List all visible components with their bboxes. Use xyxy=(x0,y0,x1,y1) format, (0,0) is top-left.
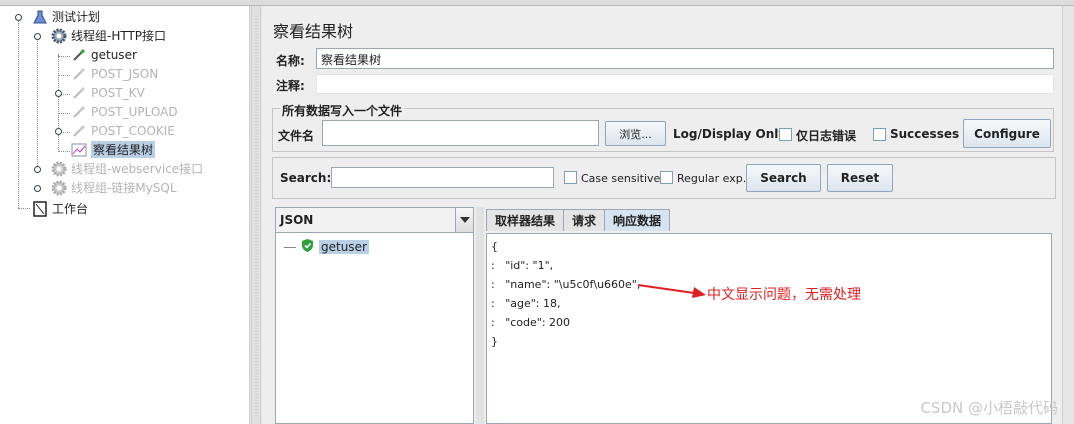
pane-splitter[interactable] xyxy=(251,6,261,424)
filename-label: 文件名 xyxy=(278,129,315,143)
successes-checkbox[interactable] xyxy=(873,128,886,141)
tree-item-label: 线程组-webservice接口 xyxy=(71,162,204,176)
search-label: Search: xyxy=(280,171,332,185)
tree-item-label: POST_COOKIE xyxy=(91,123,175,138)
comment-field[interactable] xyxy=(316,74,1054,94)
comment-label: 注释: xyxy=(276,79,305,93)
regex-label: Regular exp. xyxy=(677,172,747,185)
tree-item-thread-group-mysql[interactable]: 线程组-链接MySQL xyxy=(51,178,177,197)
tree-item-thread-group-webservice[interactable]: 线程组-webservice接口 xyxy=(51,159,203,178)
annotation-text: 中文显示问题，无需处理 xyxy=(707,287,861,303)
response-line: : "code": 200 xyxy=(491,316,571,329)
success-shield-icon xyxy=(300,238,315,256)
renderer-select-value: JSON xyxy=(280,213,314,227)
successes-label: Successes xyxy=(890,127,960,141)
test-plan-tree[interactable]: 测试计划 线程组-HTTP接口 getuser POST_JSON POST_K… xyxy=(0,6,250,424)
tab-request[interactable]: 请求 xyxy=(563,209,606,231)
configure-button[interactable]: Configure xyxy=(963,119,1051,148)
filename-input[interactable] xyxy=(322,120,599,146)
response-line: : "age": 18, xyxy=(491,297,561,310)
workbench-icon xyxy=(32,200,48,217)
gear-icon xyxy=(51,161,67,177)
gear-icon xyxy=(51,28,67,44)
renderer-select[interactable]: JSON xyxy=(276,208,473,233)
pipette-icon xyxy=(71,104,87,120)
tree-item-label: POST_JSON xyxy=(91,66,159,81)
log-display-label: Log/Display Only: xyxy=(673,127,791,141)
response-line: } xyxy=(491,335,498,348)
results-splitter[interactable] xyxy=(476,207,484,424)
tree-item-label: 线程组-HTTP接口 xyxy=(71,29,167,43)
tree-item-view-results-tree[interactable]: 察看结果树 xyxy=(71,140,156,159)
chevron-down-icon[interactable] xyxy=(455,208,473,232)
page-title: 察看结果树 xyxy=(273,22,354,41)
name-field[interactable]: 察看结果树 xyxy=(316,48,1054,69)
annotation-arrow-icon xyxy=(637,284,706,298)
response-body[interactable]: { : "id": "1", : "name": "\u5c0f\u660e",… xyxy=(486,233,1052,424)
pipette-icon xyxy=(71,66,87,82)
pipette-icon xyxy=(71,123,87,139)
response-line: { xyxy=(491,240,498,253)
tree-item-label: 线程组-链接MySQL xyxy=(71,181,177,195)
sample-label: getuser xyxy=(319,240,369,254)
name-label: 名称: xyxy=(276,54,305,68)
tree-item-post-kv[interactable]: POST_KV xyxy=(71,83,145,102)
right-scrollbar[interactable] xyxy=(1062,6,1074,424)
tree-item-workbench[interactable]: 工作台 xyxy=(32,199,88,218)
tree-item-label: getuser xyxy=(91,47,137,62)
tab-sampler-result[interactable]: 取样器结果 xyxy=(486,209,565,231)
errors-only-label: 仅日志错误 xyxy=(796,129,857,143)
results-tree-pane: JSON getuser xyxy=(275,207,474,424)
flask-icon xyxy=(32,9,48,25)
response-line: : "name": "\u5c0f\u660e", xyxy=(491,278,641,291)
case-sensitive-checkbox[interactable] xyxy=(564,171,577,184)
file-group-title: 所有数据写入一个文件 xyxy=(280,102,405,119)
tree-item-label: POST_UPLOAD xyxy=(91,104,178,119)
tree-item-post-json[interactable]: POST_JSON xyxy=(71,64,158,83)
errors-only-checkbox[interactable] xyxy=(779,128,792,141)
watermark: CSDN @小梧敲代码 xyxy=(920,399,1058,417)
regex-checkbox[interactable] xyxy=(660,171,673,184)
tree-item-getuser[interactable]: getuser xyxy=(71,45,137,64)
tab-response-data[interactable]: 响应数据 xyxy=(604,209,671,231)
tree-item-thread-group-http[interactable]: 线程组-HTTP接口 xyxy=(51,26,166,45)
tree-item-label: 察看结果树 xyxy=(91,141,156,158)
tree-item-test-plan[interactable]: 测试计划 xyxy=(32,7,100,26)
sample-item-getuser[interactable]: getuser xyxy=(284,238,369,256)
tree-item-label: 工作台 xyxy=(52,202,89,216)
result-tabs: 取样器结果 请求 响应数据 xyxy=(486,209,671,231)
response-line: : "id": "1", xyxy=(491,259,554,272)
search-button[interactable]: Search xyxy=(746,164,821,192)
tree-item-post-cookie[interactable]: POST_COOKIE xyxy=(71,121,175,140)
pipette-icon xyxy=(71,47,87,63)
gear-icon xyxy=(51,180,67,196)
tree-item-label: POST_KV xyxy=(91,85,145,100)
pipette-icon xyxy=(71,85,87,101)
chart-icon xyxy=(71,142,87,158)
reset-button[interactable]: Reset xyxy=(827,164,893,192)
tree-item-post-upload[interactable]: POST_UPLOAD xyxy=(71,102,178,121)
search-input[interactable] xyxy=(331,167,554,188)
browse-button[interactable]: 浏览... xyxy=(605,121,666,146)
case-sensitive-label: Case sensitive xyxy=(581,172,661,185)
tree-item-label: 测试计划 xyxy=(52,10,101,24)
